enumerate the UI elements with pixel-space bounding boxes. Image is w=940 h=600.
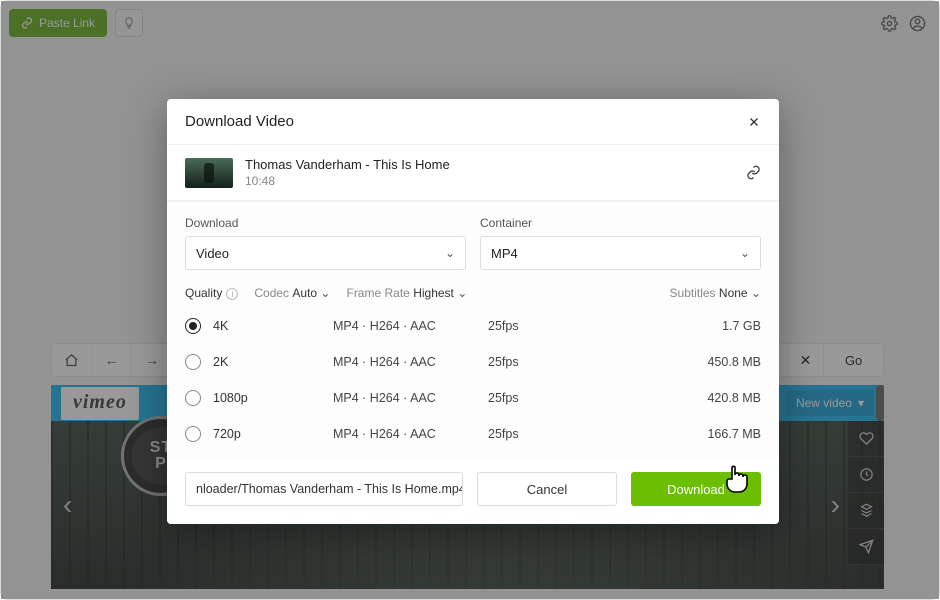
chevron-down-icon: ⌄ — [740, 246, 750, 260]
quality-option[interactable]: 720pMP4 · H264 · AAC25fps 166.7 MB — [185, 416, 761, 452]
framerate-dropdown[interactable]: Frame Rate Highest ⌄ — [346, 286, 467, 300]
chevron-down-icon: ⌄ — [751, 286, 761, 300]
quality-name: 1080p — [213, 391, 333, 405]
video-duration: 10:48 — [245, 174, 450, 188]
close-icon — [747, 115, 761, 129]
cancel-button[interactable]: Cancel — [477, 472, 617, 506]
quality-size: 166.7 MB — [707, 427, 761, 441]
quality-fps: 25fps — [488, 391, 568, 405]
dialog-title: Download Video — [185, 113, 294, 130]
radio-icon — [185, 426, 201, 442]
radio-icon — [185, 390, 201, 406]
save-path-field[interactable]: nloader/Thomas Vanderham - This Is Home.… — [185, 472, 463, 506]
close-button[interactable] — [747, 115, 761, 129]
quality-size: 420.8 MB — [707, 391, 761, 405]
link-icon — [746, 165, 761, 180]
radio-icon — [185, 318, 201, 334]
download-button[interactable]: Download — [631, 472, 761, 506]
download-type-label: Download — [185, 216, 466, 230]
info-icon[interactable]: i — [226, 288, 238, 300]
quality-name: 2K — [213, 355, 333, 369]
dialog-header: Download Video — [167, 99, 779, 145]
quality-option[interactable]: 1080pMP4 · H264 · AAC25fps 420.8 MB — [185, 380, 761, 416]
download-video-dialog: Download Video Thomas Vanderham - This I… — [167, 99, 779, 524]
quality-option[interactable]: 2KMP4 · H264 · AAC25fps 450.8 MB — [185, 344, 761, 380]
quality-size: 1.7 GB — [722, 319, 761, 333]
chevron-down-icon: ⌄ — [320, 286, 330, 300]
quality-codec: MP4 · H264 · AAC — [333, 427, 488, 441]
quality-fps: 25fps — [488, 319, 568, 333]
download-type-select[interactable]: Video ⌄ — [185, 236, 466, 270]
dialog-footer: nloader/Thomas Vanderham - This Is Home.… — [167, 458, 779, 524]
quality-codec: MP4 · H264 · AAC — [333, 355, 488, 369]
app-window: Paste Link ← → ✕ Go vimeo New video ▾ ST… — [0, 0, 940, 600]
quality-codec: MP4 · H264 · AAC — [333, 319, 488, 333]
container-select[interactable]: MP4 ⌄ — [480, 236, 761, 270]
quality-list: 4KMP4 · H264 · AAC25fps1.7 GB2KMP4 · H26… — [185, 308, 761, 452]
save-path-text: nloader/Thomas Vanderham - This Is Home.… — [196, 482, 463, 496]
copy-link-button[interactable] — [746, 165, 761, 180]
subtitles-dropdown[interactable]: Subtitles None ⌄ — [670, 286, 761, 300]
chevron-down-icon: ⌄ — [445, 246, 455, 260]
codec-dropdown[interactable]: Codec Auto ⌄ — [254, 286, 330, 300]
radio-icon — [185, 354, 201, 370]
quality-option[interactable]: 4KMP4 · H264 · AAC25fps 1.7 GB — [185, 308, 761, 344]
container-label: Container — [480, 216, 761, 230]
video-thumbnail — [185, 158, 233, 188]
quality-filters: Qualityi Codec Auto ⌄ Frame Rate Highest… — [185, 286, 761, 300]
video-title: Thomas Vanderham - This Is Home — [245, 157, 450, 172]
quality-fps: 25fps — [488, 427, 568, 441]
quality-name: 720p — [213, 427, 333, 441]
dialog-body: Download Video ⌄ Container MP4 ⌄ Quality… — [167, 201, 779, 458]
quality-name: 4K — [213, 319, 333, 333]
quality-fps: 25fps — [488, 355, 568, 369]
quality-size: 450.8 MB — [707, 355, 761, 369]
quality-label: Qualityi — [185, 286, 238, 300]
quality-codec: MP4 · H264 · AAC — [333, 391, 488, 405]
chevron-down-icon: ⌄ — [457, 286, 467, 300]
video-info-row: Thomas Vanderham - This Is Home 10:48 — [167, 145, 779, 201]
